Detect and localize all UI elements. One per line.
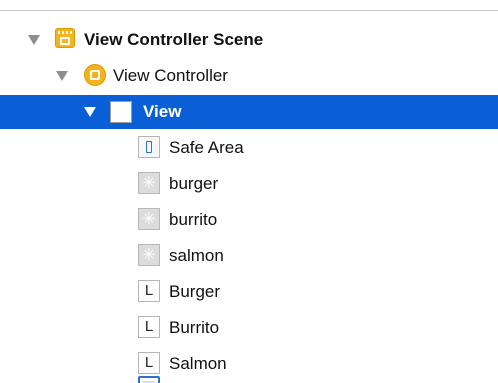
outline-item-burrito-label[interactable]: L Burrito: [0, 311, 498, 345]
label-icon: L: [138, 280, 160, 302]
outline-item-label: Salmon: [169, 354, 227, 373]
label-icon: L: [138, 352, 160, 374]
outline-top-divider: [0, 10, 498, 11]
outline-item-label: View Controller Scene: [84, 30, 264, 49]
outline-item-label: burrito: [169, 210, 218, 229]
outline-item-label: View Controller: [113, 66, 228, 85]
outline-item-view[interactable]: View: [0, 95, 498, 129]
image-view-icon: ✳: [138, 208, 160, 230]
outline-item-view-controller-scene[interactable]: View Controller Scene: [0, 23, 498, 57]
safe-area-icon: [138, 136, 160, 158]
outline-item-label: Safe Area: [169, 138, 244, 157]
outline-item-burger-image[interactable]: ✳ burger: [0, 167, 498, 201]
outline-item-burger-label[interactable]: L Burger: [0, 275, 498, 309]
outline-item-salmon-image[interactable]: ✳ salmon: [0, 239, 498, 273]
outline-item-label: Burrito: [169, 318, 220, 337]
segmented-control-icon: [138, 376, 160, 383]
view-icon: [110, 101, 132, 123]
view-controller-icon: [84, 64, 106, 86]
disclosure-triangle-icon[interactable]: [56, 71, 68, 81]
disclosure-triangle-icon[interactable]: [84, 107, 96, 117]
outline-item-safe-area[interactable]: Safe Area: [0, 131, 498, 165]
outline-item-label: View: [143, 102, 182, 121]
outline-item-label: burger: [169, 174, 219, 193]
image-view-icon: ✳: [138, 244, 160, 266]
label-icon: L: [138, 316, 160, 338]
storyboard-scene-icon: [55, 28, 75, 48]
outline-item-burrito-image[interactable]: ✳ burrito: [0, 203, 498, 237]
disclosure-triangle-icon[interactable]: [28, 35, 40, 45]
outline-item-segmented-control[interactable]: [0, 373, 498, 383]
image-view-icon: ✳: [138, 172, 160, 194]
outline-item-view-controller[interactable]: View Controller: [0, 59, 498, 93]
outline-item-label: Burger: [169, 282, 221, 301]
outline-item-label: salmon: [169, 246, 224, 265]
